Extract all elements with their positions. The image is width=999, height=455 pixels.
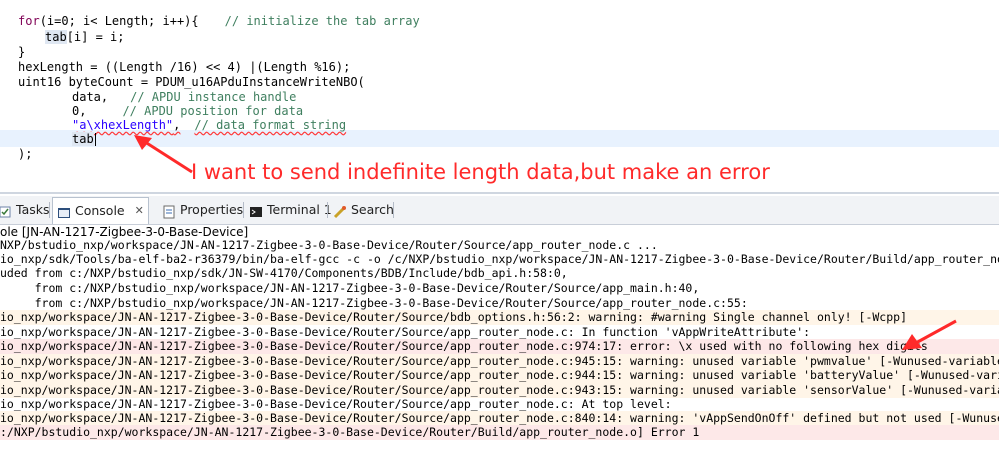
code-line-4[interactable]: hexLength = ((Length /16) << 4) |(Length… [18,59,350,75]
tab-label: Terminal 1 [267,202,332,217]
code-text: , [173,118,181,132]
console-error-line: :/NXP/bstudio_nxp/workspace/JN-AN-1217-Z… [0,425,999,440]
code-text: [i] = i; [66,30,125,44]
tab-label: Tasks [16,202,50,217]
console-line: from c:/NXP/bstudio_nxp/workspace/JN-AN-… [0,281,700,295]
console-error-line: io_nxp/workspace/JN-AN-1217-Zigbee-3-0-B… [0,339,999,354]
console-line: uded from c:/NXP/bstudio_nxp/sdk/JN-SW-4… [0,266,568,280]
panel-divider [0,192,999,194]
text-cursor [94,133,96,146]
console-line: io_nxp/workspace/JN-AN-1217-Zigbee-3-0-B… [0,325,811,339]
console-output[interactable]: NXP/bstudio_nxp/workspace/JN-AN-1217-Zig… [0,240,999,455]
code-comment: // data format string [194,118,347,132]
console-warning-line: io_nxp/workspace/JN-AN-1217-Zigbee-3-0-B… [0,383,999,398]
tasks-icon [0,203,12,218]
terminal-icon [249,203,263,217]
code-text: (i=0; i< Length; i++){ [39,14,199,28]
code-line-8[interactable]: "a\xhexLength", // data format string [72,117,346,133]
code-text: ); [18,147,33,161]
code-line-3[interactable]: } [18,44,25,60]
code-editor[interactable]: for(i=0; i< Length; i++){ // initialize t… [0,0,999,192]
code-text: data, [72,90,109,104]
tab-label: Console [75,203,125,218]
annotation-text: I want to send indefinite length data,bu… [191,160,770,184]
code-line-5[interactable]: uint16 byteCount = PDUM_u16APduInstanceW… [18,74,365,90]
tab-console[interactable]: Console ✕ [52,197,149,224]
annotation-arrow-icon [902,319,957,350]
code-comment: // APDU instance handle [130,90,297,104]
view-tab-bar: Tasks Console ✕ Properties Terminal 1 Se… [0,196,999,225]
search-icon [333,203,347,219]
code-comment: // APDU position for data [122,104,304,118]
code-text: 0, [72,104,87,118]
console-title: ole [JN-AN-1217-Zigbee-3-0-Base-Device] [0,225,999,241]
code-line-1[interactable]: for(i=0; i< Length; i++){ // initialize t… [18,13,420,29]
tab-terminal-1[interactable]: Terminal 1 [245,198,336,222]
tab-label: Search [351,202,394,217]
tab-properties[interactable]: Properties [158,198,247,222]
code-line-2[interactable]: tab[i] = i; [45,29,124,45]
console-warning-line: io_nxp/workspace/JN-AN-1217-Zigbee-3-0-B… [0,354,999,369]
code-line-10[interactable]: ); [18,146,32,162]
console-warning-line: io_nxp/workspace/JN-AN-1217-Zigbee-3-0-B… [0,411,999,426]
keyword-for: for [18,14,40,28]
highlighted-identifier: tab [72,132,94,146]
console-warning-line: io_nxp/workspace/JN-AN-1217-Zigbee-3-0-B… [0,310,999,325]
properties-icon [162,203,176,219]
console-line: from c:/NXP/bstudio_nxp/workspace/JN-AN-… [0,296,748,310]
console-line: io_nxp/workspace/JN-AN-1217-Zigbee-3-0-B… [0,397,672,411]
code-text: uint16 byteCount = PDUM_u16APduInstanceW… [18,75,365,89]
code-text: } [18,45,26,59]
close-icon[interactable]: ✕ [135,199,144,223]
tab-separator [393,202,394,218]
tab-separator [49,202,50,218]
tab-separator [243,202,244,218]
tab-tasks[interactable]: Tasks [0,198,54,222]
console-warning-line: io_nxp/workspace/JN-AN-1217-Zigbee-3-0-B… [0,368,999,383]
tab-search[interactable]: Search [329,198,398,222]
format-string-literal: "a\xhexLength" [72,118,174,132]
console-icon [57,204,71,218]
code-comment: // initialize the tab array [224,14,420,28]
tab-separator [327,202,328,218]
code-line-9[interactable]: tab [72,131,96,147]
code-text: hexLength = ((Length /16) << 4) |(Length… [18,60,351,74]
annotation-arrow-icon [134,135,193,174]
tab-label: Properties [180,202,244,217]
highlighted-identifier: tab [45,30,67,44]
console-line: io_nxp/sdk/Tools/ba-elf-ba2-r36379/bin/b… [0,252,999,266]
